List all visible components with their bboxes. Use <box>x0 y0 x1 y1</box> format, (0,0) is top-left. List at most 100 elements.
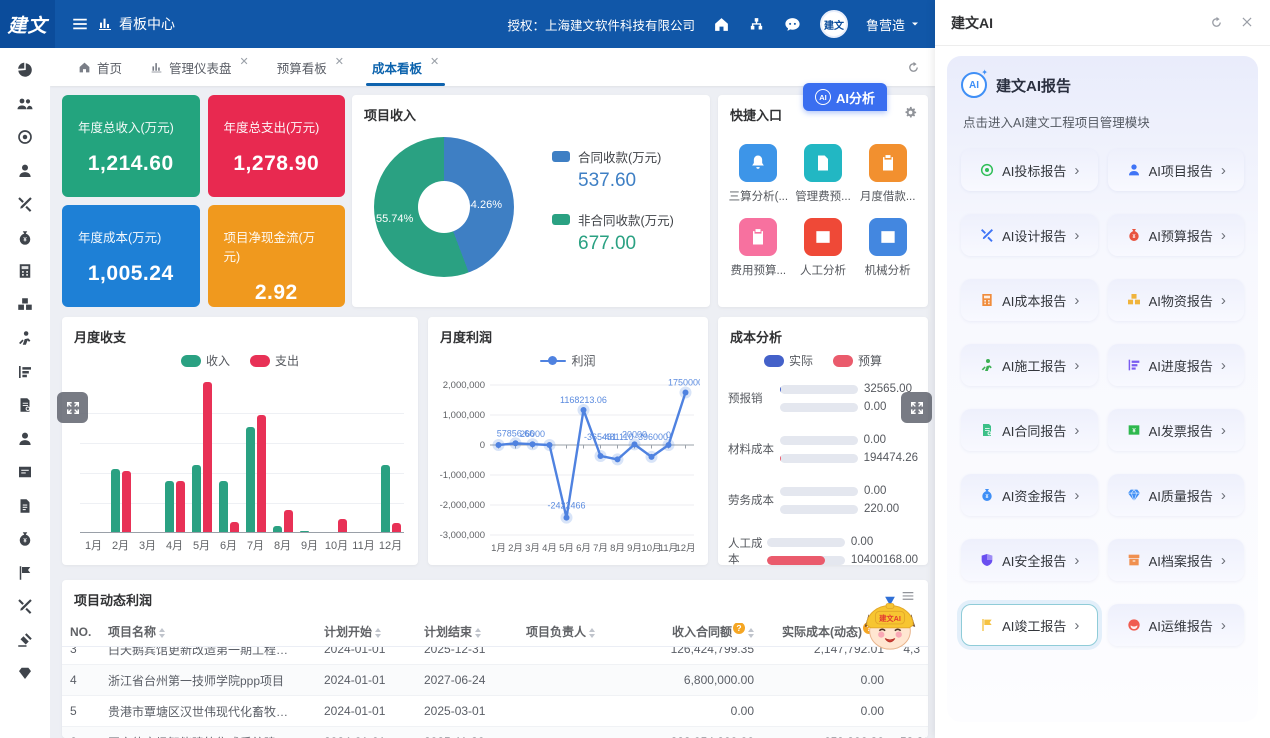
tab-3[interactable]: 预算看板✕ <box>263 48 358 86</box>
chevron-right-icon: › <box>1074 552 1079 569</box>
quick-entry-item[interactable]: 管理费预... <box>791 144 856 204</box>
home-icon[interactable] <box>713 16 730 33</box>
data-table: NO.项目名称计划开始计划结束项目负责人收入合同额?实际成本(动态)? 3白天鹅… <box>62 617 928 738</box>
ai-report-button-8[interactable]: AI进度报告› <box>1108 344 1245 386</box>
expand-monthly-chart-button[interactable] <box>57 392 88 423</box>
sidebar-item-money-bag[interactable]: ¥ <box>15 228 35 248</box>
sidebar-item-invoice-card[interactable] <box>15 462 35 482</box>
legend-item[interactable]: 预算 <box>833 352 882 369</box>
wechat-icon[interactable] <box>783 15 802 34</box>
ai-report-button-16[interactable]: AI运维报告› <box>1108 604 1245 646</box>
quick-entry-item[interactable]: 机械分析 <box>855 218 920 278</box>
svg-text:-3,000,000: -3,000,000 <box>440 530 485 541</box>
sort-icon[interactable] <box>375 628 381 638</box>
ai-report-button-10[interactable]: ¥AI发票报告› <box>1108 409 1245 451</box>
close-tab-icon[interactable]: ✕ <box>240 55 249 68</box>
help-badge[interactable]: ? <box>733 623 745 634</box>
sidebar-item-target[interactable] <box>15 127 35 147</box>
sidebar-item-pie-chart[interactable] <box>15 60 35 80</box>
ai-analysis-button[interactable]: AI AI分析 <box>803 83 887 111</box>
menu-toggle-icon[interactable] <box>71 15 89 33</box>
sidebar-item-funds[interactable]: ¥ <box>15 529 35 549</box>
monthly-profit-line-chart[interactable]: 2,000,0001,000,0000-1,000,000-2,000,000-… <box>436 373 700 559</box>
user-menu[interactable]: 鲁营造 <box>866 15 921 34</box>
income-donut-chart[interactable]: 44.26% 55.74% <box>374 137 514 277</box>
quick-entry-item[interactable]: 月度借款... <box>855 144 920 204</box>
column-header[interactable]: 计划开始 <box>316 623 416 640</box>
tab-1[interactable]: 首页 <box>64 48 136 86</box>
sidebar-item-materials[interactable] <box>15 295 35 315</box>
sidebar-item-equipment[interactable] <box>15 596 35 616</box>
sort-icon[interactable] <box>475 628 481 638</box>
column-header[interactable]: 收入合同额? <box>610 623 762 640</box>
column-header[interactable]: NO. <box>62 625 100 639</box>
sidebar-item-document[interactable] <box>15 496 35 516</box>
sort-icon[interactable] <box>159 628 165 638</box>
kpi-card-1[interactable]: 年度总收入(万元)1,214.60 <box>62 95 200 197</box>
table-row[interactable]: 5贵港市覃塘区汉世伟现代化畜牧…2024-01-012025-03-010.00… <box>62 696 928 727</box>
table-row[interactable]: 6国家体育场智能建筑集成系统建…2024-01-012025-11-30228,… <box>62 727 928 738</box>
close-tab-icon[interactable]: ✕ <box>335 55 344 68</box>
app-title[interactable]: 看板中心 <box>97 14 175 34</box>
ai-report-button-15[interactable]: AI竣工报告› <box>961 604 1098 646</box>
column-header[interactable]: 计划结束 <box>416 623 518 640</box>
sidebar-item-design-tools[interactable] <box>15 194 35 214</box>
ai-report-button-5[interactable]: AI成本报告› <box>961 279 1098 321</box>
ai-report-button-9[interactable]: AI合同报告› <box>961 409 1098 451</box>
sidebar-item-flag[interactable] <box>15 563 35 583</box>
mascot-jianwen-ai[interactable]: 建文AI <box>856 590 924 654</box>
sort-icon[interactable] <box>748 628 754 638</box>
legend-item[interactable]: 支出 <box>250 352 299 369</box>
user-avatar[interactable]: 建文 <box>820 10 848 38</box>
tab-2[interactable]: 管理仪表盘✕ <box>136 48 263 86</box>
sidebar-item-team[interactable] <box>15 94 35 114</box>
monthly-bar-chart[interactable] <box>80 383 404 533</box>
drawer-refresh-icon[interactable] <box>1209 15 1224 30</box>
legend-item[interactable]: 非合同收款(万元)677.00 <box>552 210 674 255</box>
sidebar-item-construction[interactable] <box>15 328 35 348</box>
quick-entry-item[interactable]: 费用预算... <box>726 218 791 278</box>
kpi-grid: 年度总收入(万元)1,214.60年度总支出(万元)1,278.90年度成本(万… <box>62 95 345 307</box>
head-icon <box>1126 617 1142 633</box>
ai-report-button-12[interactable]: AI质量报告› <box>1108 474 1245 516</box>
ai-report-button-14[interactable]: AI档案报告› <box>1108 539 1245 581</box>
legend-item[interactable]: 合同收款(万元)537.60 <box>552 147 674 192</box>
ai-report-button-3[interactable]: AI设计报告› <box>961 214 1098 256</box>
sidebar-item-quality-gem[interactable] <box>15 663 35 683</box>
expand-cost-chart-button[interactable] <box>901 392 932 423</box>
tab-4[interactable]: 成本看板✕ <box>358 48 453 86</box>
sidebar-item-doc-settings[interactable] <box>15 395 35 415</box>
refresh-tab-icon[interactable] <box>906 60 921 75</box>
sidebar-item-cost-calc[interactable] <box>15 261 35 281</box>
ai-report-button-11[interactable]: ¥AI资金报告› <box>961 474 1098 516</box>
table-row[interactable]: 3白天鹅宾馆更新改造第一期工程…2024-01-012025-12-31126,… <box>62 647 928 665</box>
drawer-close-icon[interactable] <box>1240 15 1254 30</box>
ai-report-button-7[interactable]: AI施工报告› <box>961 344 1098 386</box>
close-tab-icon[interactable]: ✕ <box>430 55 439 68</box>
worker-icon <box>979 357 995 373</box>
org-structure-icon[interactable] <box>748 16 765 33</box>
kpi-card-3[interactable]: 年度成本(万元)1,005.24 <box>62 205 200 307</box>
kpi-card-2[interactable]: 年度总支出(万元)1,278.90 <box>208 95 346 197</box>
column-header[interactable]: 项目负责人 <box>518 623 610 640</box>
bar-group <box>350 383 377 532</box>
column-header[interactable]: 项目名称 <box>100 623 316 640</box>
ai-report-button-1[interactable]: AI投标报告› <box>961 149 1098 191</box>
legend-item[interactable]: 收入 <box>181 352 230 369</box>
quick-entry-item[interactable]: 三算分析(... <box>726 144 791 204</box>
ai-report-button-13[interactable]: AI安全报告› <box>961 539 1098 581</box>
legend-item[interactable]: 实际 <box>764 352 813 369</box>
quick-entry-item[interactable]: 人工分析 <box>791 218 856 278</box>
ai-report-button-6[interactable]: AI物资报告› <box>1108 279 1245 321</box>
sidebar-item-legal[interactable] <box>15 630 35 650</box>
table-row[interactable]: 4浙江省台州第一技师学院ppp项目2024-01-012027-06-246,8… <box>62 665 928 696</box>
ai-report-button-4[interactable]: ¥AI预算报告› <box>1108 214 1245 256</box>
sidebar-item-person-award[interactable] <box>15 161 35 181</box>
sort-icon[interactable] <box>589 628 595 638</box>
ai-report-button-2[interactable]: AI项目报告› <box>1108 149 1245 191</box>
gear-icon[interactable] <box>903 105 918 123</box>
sidebar-item-agent[interactable] <box>15 429 35 449</box>
app-logo[interactable]: 建文 <box>0 0 55 48</box>
kpi-card-4[interactable]: 项目净现金流(万元)2.92 <box>208 205 346 307</box>
sidebar-item-progress-list[interactable] <box>15 362 35 382</box>
